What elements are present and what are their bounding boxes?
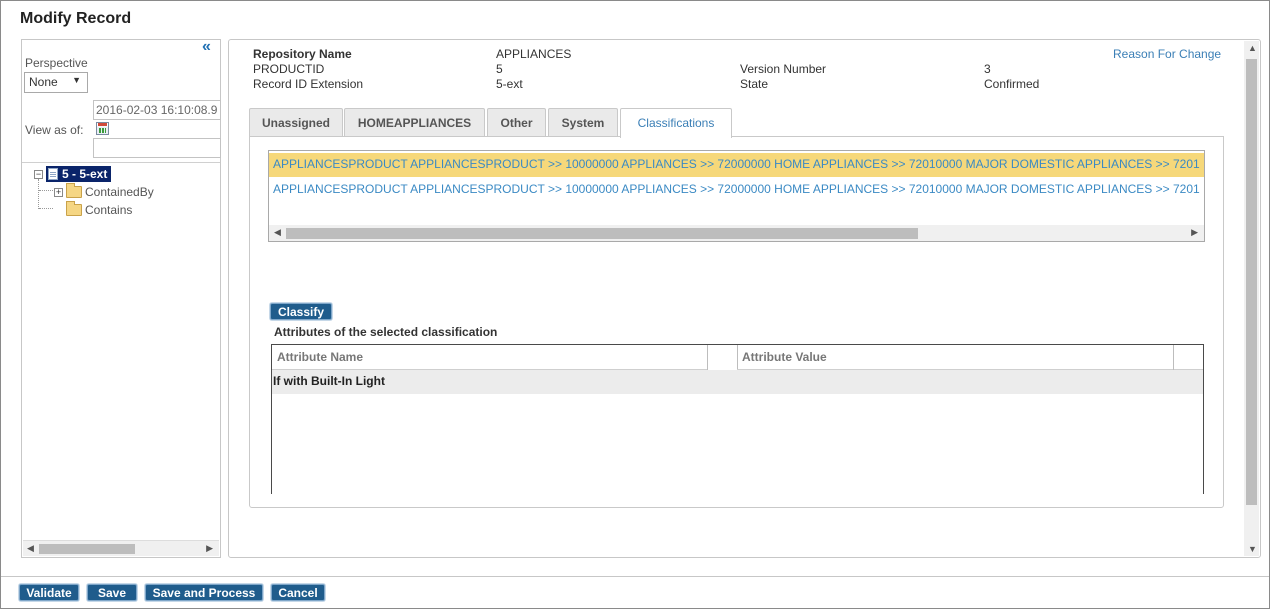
record-id-extension-label: Record ID Extension: [253, 77, 364, 91]
scroll-left-icon[interactable]: ◀: [27, 543, 34, 554]
collapse-panel-icon[interactable]: «: [202, 39, 220, 56]
column-separator: [707, 345, 708, 370]
tree-node-label: Contains: [85, 203, 133, 217]
left-horizontal-scrollbar[interactable]: ◀ ▶: [23, 540, 219, 556]
tree-root-label: 5 - 5-ext: [62, 167, 108, 181]
attributes-section-title: Attributes of the selected classificatio…: [274, 325, 498, 339]
chevron-down-icon: ▼: [72, 75, 81, 85]
divider: [1, 576, 1269, 577]
tree-connector: [38, 179, 39, 209]
tree-node-containedby[interactable]: + ContainedBy: [54, 183, 154, 200]
productid-label: PRODUCTID: [253, 62, 325, 76]
perspective-value: None: [29, 75, 58, 89]
repository-name-label: Repository Name: [253, 47, 352, 61]
scroll-left-icon[interactable]: ◀: [274, 227, 281, 238]
cancel-button[interactable]: Cancel: [271, 584, 325, 601]
classify-button[interactable]: Classify: [270, 303, 333, 320]
tab-homeappliances[interactable]: HOMEAPPLIANCES: [344, 108, 485, 137]
attributes-table: Attribute Name Attribute Value If with B…: [271, 344, 1204, 494]
repository-name-value: APPLIANCES: [496, 47, 572, 61]
vertical-scrollbar[interactable]: ▲ ▼: [1244, 41, 1259, 556]
tree-root-selected[interactable]: 5 - 5-ext: [46, 166, 112, 182]
attribute-name-cell: If with Built-In Light: [273, 374, 385, 388]
state-value: Confirmed: [984, 77, 1040, 91]
tab-other[interactable]: Other: [487, 108, 546, 137]
tab-classifications[interactable]: Classifications: [620, 108, 732, 138]
tree-node-label: ContainedBy: [85, 185, 154, 199]
tree-connector: [39, 190, 53, 191]
classifications-tab-content: APPLIANCESPRODUCT APPLIANCESPRODUCT >> 1…: [249, 136, 1224, 508]
table-row[interactable]: If with Built-In Light: [272, 370, 1203, 394]
view-as-of-label: View as of:: [25, 123, 84, 137]
scroll-up-icon[interactable]: ▲: [1248, 43, 1257, 53]
reason-for-change-link[interactable]: Reason For Change: [1113, 47, 1221, 61]
tab-system[interactable]: System: [548, 108, 618, 137]
classification-row-selected[interactable]: APPLIANCESPRODUCT APPLIANCESPRODUCT >> 1…: [269, 153, 1204, 177]
state-label: State: [740, 77, 769, 91]
view-as-of-date-input[interactable]: 2016-02-03 16:10:08.9: [93, 100, 221, 120]
folder-icon: [66, 183, 82, 198]
tab-unassigned[interactable]: Unassigned: [249, 108, 343, 137]
scroll-thumb[interactable]: [39, 544, 135, 554]
scroll-thumb[interactable]: [286, 228, 918, 239]
calendar-icon[interactable]: [96, 122, 109, 135]
productid-value: 5: [496, 62, 503, 76]
column-header-attribute-value[interactable]: Attribute Value: [737, 345, 1174, 370]
version-number-label: Version Number: [740, 62, 827, 76]
divider: [22, 162, 220, 163]
view-as-of-time-input[interactable]: [93, 138, 221, 158]
scroll-right-icon[interactable]: ▶: [1191, 227, 1198, 238]
column-header-extra: [1174, 345, 1203, 370]
scroll-down-icon[interactable]: ▼: [1248, 544, 1257, 554]
folder-icon: [66, 201, 82, 216]
document-icon: [48, 168, 58, 180]
classification-row[interactable]: APPLIANCESPRODUCT APPLIANCESPRODUCT >> 1…: [269, 178, 1204, 202]
expand-node-icon[interactable]: +: [54, 187, 63, 197]
record-id-extension-value: 5-ext: [496, 77, 523, 91]
column-header-attribute-name[interactable]: Attribute Name: [272, 345, 708, 370]
classification-list: APPLIANCESPRODUCT APPLIANCESPRODUCT >> 1…: [268, 150, 1205, 242]
validate-button[interactable]: Validate: [19, 584, 79, 601]
classification-horizontal-scrollbar[interactable]: ◀ ▶: [269, 225, 1204, 241]
scroll-thumb[interactable]: [1246, 59, 1257, 505]
version-number-value: 3: [984, 62, 991, 76]
page-title: Modify Record: [20, 10, 132, 27]
tree-node-contains[interactable]: Contains: [66, 201, 133, 218]
collapse-node-icon[interactable]: −: [34, 169, 43, 179]
scroll-right-icon[interactable]: ▶: [206, 543, 213, 554]
save-button[interactable]: Save: [87, 584, 137, 601]
left-panel: « Perspective None ▼ 2016-02-03 16:10:08…: [21, 39, 221, 558]
perspective-select[interactable]: None ▼: [24, 72, 88, 93]
record-detail-panel: Repository Name APPLIANCES PRODUCTID 5 V…: [228, 39, 1261, 558]
tree-connector: [39, 208, 53, 209]
tree-root-node[interactable]: − 5 - 5-ext: [34, 166, 112, 182]
save-and-process-button[interactable]: Save and Process: [145, 584, 263, 601]
perspective-label: Perspective: [25, 56, 88, 70]
